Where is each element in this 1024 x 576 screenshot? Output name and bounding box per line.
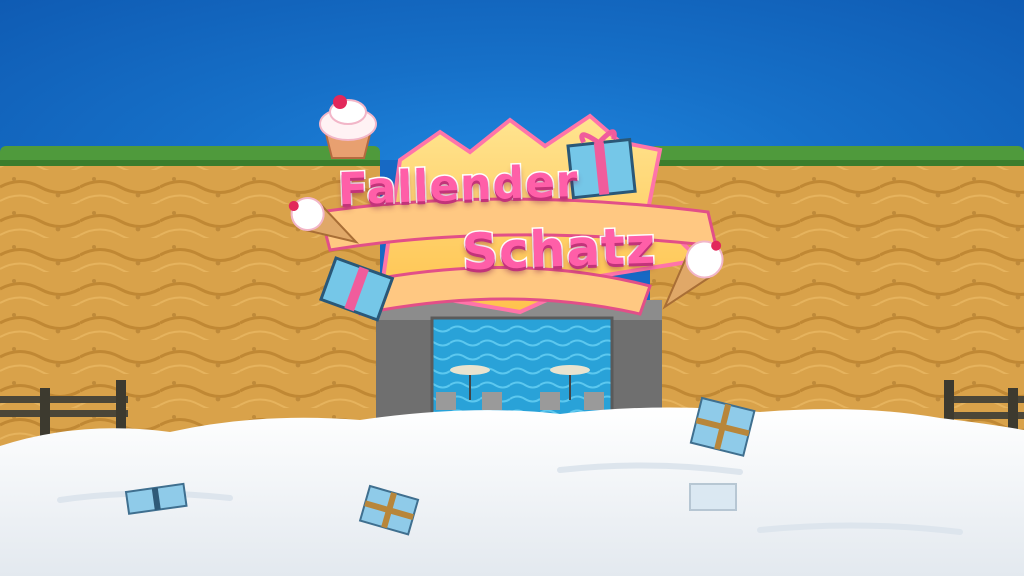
lounge-chair xyxy=(540,392,560,410)
lounge-chair xyxy=(584,392,604,410)
game-title-line1: Fallender xyxy=(336,154,581,216)
game-scene: Fallender Schatz xyxy=(0,0,1024,576)
lounge-chair xyxy=(482,392,502,410)
game-title-line2: Schatz xyxy=(460,215,659,283)
scene-art xyxy=(0,95,1024,576)
gift-box[interactable] xyxy=(689,483,737,511)
lounge-chair xyxy=(436,392,456,410)
